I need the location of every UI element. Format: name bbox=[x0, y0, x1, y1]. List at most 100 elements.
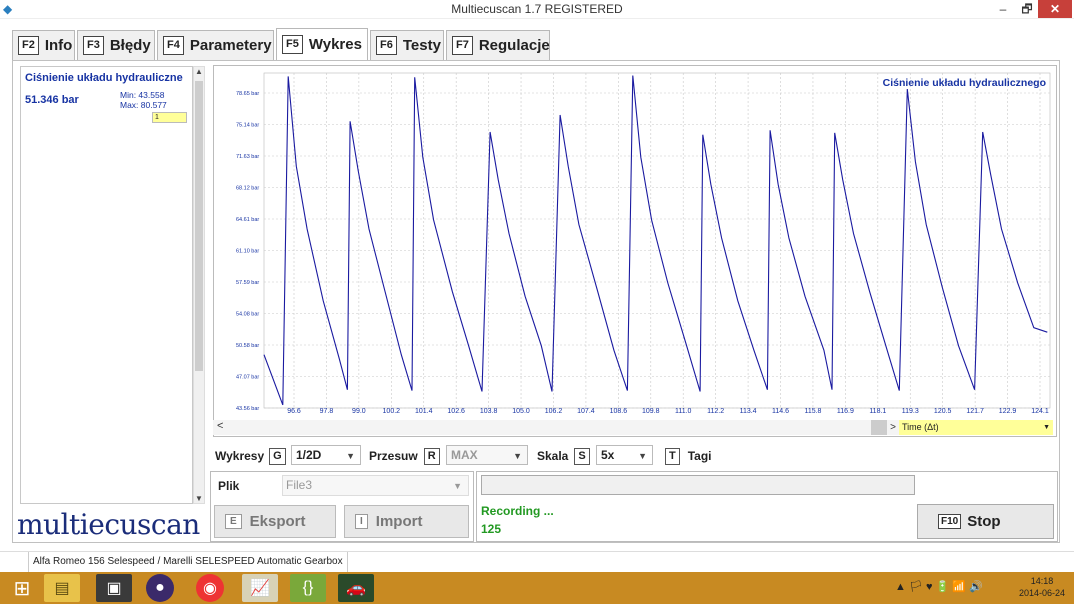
tab-key: F6 bbox=[376, 36, 397, 55]
tab-key: F3 bbox=[83, 36, 104, 55]
file-select[interactable]: File3 ▼ bbox=[282, 475, 469, 496]
chevron-down-icon: ▼ bbox=[346, 451, 355, 461]
wykresy-key[interactable]: G bbox=[269, 447, 286, 465]
x-tick-label: 111.0 bbox=[675, 408, 692, 415]
wykresy-label: Wykresy bbox=[215, 449, 265, 463]
x-tick-label: 112.2 bbox=[707, 408, 724, 415]
wykresy-select[interactable]: 1/2D ▼ bbox=[291, 445, 361, 465]
x-tick-label: 119.3 bbox=[902, 408, 919, 415]
chart-title: Ciśnienie układu hydraulicznego bbox=[883, 77, 1046, 89]
y-tick-label: 43.56 bar bbox=[236, 406, 259, 412]
scroll-down-icon[interactable]: ▼ bbox=[194, 494, 204, 503]
x-tick-label: 116.9 bbox=[837, 408, 854, 415]
import-label: Import bbox=[375, 513, 423, 530]
x-tick-label: 107.4 bbox=[577, 408, 595, 415]
x-tick-label: 102.6 bbox=[447, 408, 465, 415]
tab-info[interactable]: F2 Info bbox=[12, 30, 75, 60]
import-button[interactable]: I Import bbox=[344, 505, 469, 538]
scroll-right-icon[interactable]: > bbox=[887, 420, 899, 435]
tab-key: F5 bbox=[282, 35, 303, 54]
maximize-button[interactable]: 🗗 bbox=[1016, 0, 1038, 18]
scroll-up-icon[interactable]: ▲ bbox=[194, 67, 204, 76]
eksport-key: E bbox=[225, 514, 242, 529]
time-axis-dropdown[interactable]: Time (Δt) ▼ bbox=[899, 420, 1053, 435]
app-logo: multiecuscan bbox=[17, 508, 200, 541]
import-key: I bbox=[355, 514, 368, 529]
chart-hscrollbar[interactable]: < bbox=[213, 420, 887, 435]
chevron-down-icon: ▼ bbox=[453, 481, 462, 491]
multiecuscan-icon[interactable]: 🚗 bbox=[338, 574, 374, 602]
przesuw-select[interactable]: MAX ▼ bbox=[446, 445, 528, 465]
skala-label: Skala bbox=[537, 449, 569, 463]
chart-app-icon[interactable]: 📈 bbox=[242, 574, 278, 602]
tab-key: F2 bbox=[18, 36, 39, 55]
skala-key[interactable]: S bbox=[574, 447, 590, 465]
hscroll-thumb[interactable] bbox=[871, 420, 887, 435]
system-clock[interactable]: 14:18 2014-06-24 bbox=[1012, 575, 1072, 599]
terminal-icon[interactable]: ▣ bbox=[96, 574, 132, 602]
tab-parametery[interactable]: F4 Parametery bbox=[157, 30, 274, 60]
minimize-button[interactable]: – bbox=[990, 0, 1016, 18]
tagi-label: Tagi bbox=[687, 449, 712, 463]
tab-wykres[interactable]: F5 Wykres bbox=[276, 28, 368, 60]
parameter-title: Ciśnienie układu hydrauliczne bbox=[25, 72, 183, 84]
chevron-down-icon: ▼ bbox=[513, 451, 522, 461]
tab-label: Regulacje bbox=[478, 37, 550, 54]
system-tray[interactable]: ▲ 🏳 ♥ 🔋 📶 🔊 bbox=[895, 580, 983, 593]
tagi-key[interactable]: T bbox=[665, 447, 680, 465]
windows-start-icon[interactable]: ⊞ bbox=[4, 574, 40, 602]
x-tick-label: 120.5 bbox=[934, 408, 952, 415]
x-tick-label: 109.8 bbox=[642, 408, 660, 415]
recording-panel: Recording ... 125 F10 Stop bbox=[476, 471, 1058, 542]
eksport-button[interactable]: E Eksport bbox=[214, 505, 336, 538]
clock-date: 2014-06-24 bbox=[1018, 588, 1066, 598]
clock-time: 14:18 bbox=[1030, 576, 1054, 586]
y-tick-label: 50.58 bar bbox=[236, 343, 259, 349]
tab-key: F7 bbox=[452, 36, 473, 55]
x-tick-label: 118.1 bbox=[869, 408, 886, 415]
x-tick-labels: 96.6 97.8 99.0 100.2 101.4 102.6 103.8 105.0 106… bbox=[287, 408, 1049, 415]
x-tick-label: 106.2 bbox=[545, 408, 563, 415]
x-tick-label: 100.2 bbox=[383, 408, 401, 415]
taskbar: ⊞ ▤ ▣ ● ◉ 📈 {} 🚗 ▲ 🏳 ♥ 🔋 📶 🔊 bbox=[0, 572, 1074, 604]
pressure-series-line bbox=[263, 75, 1048, 406]
stop-button[interactable]: F10 Stop bbox=[917, 504, 1054, 539]
tagi-control: T Tagi bbox=[665, 445, 712, 467]
close-button[interactable]: ✕ bbox=[1038, 0, 1072, 18]
file-explorer-icon[interactable]: ▤ bbox=[44, 574, 80, 602]
y-tick-label: 61.10 bar bbox=[236, 249, 259, 255]
tab-label: Testy bbox=[402, 37, 441, 54]
x-tick-label: 103.8 bbox=[480, 408, 498, 415]
recording-count: 125 bbox=[481, 522, 502, 536]
przesuw-key[interactable]: R bbox=[423, 447, 440, 465]
y-tick-label: 64.61 bar bbox=[236, 217, 259, 223]
eclipse-icon[interactable]: ● bbox=[146, 574, 174, 602]
title-bar: ◆ Multiecuscan 1.7 REGISTERED – 🗗 ✕ bbox=[0, 0, 1074, 19]
x-tick-label: 114.6 bbox=[772, 408, 789, 415]
parameter-list: Ciśnienie układu hydrauliczne 51.346 bar… bbox=[20, 66, 193, 504]
parameter-scrollbar[interactable]: ▲ ▼ bbox=[193, 66, 205, 504]
tab-label: Wykres bbox=[308, 36, 362, 53]
tab-regulacje[interactable]: F7 Regulacje bbox=[446, 30, 550, 60]
tab-label: Parametery bbox=[189, 37, 272, 54]
parameter-dropdown-value: 1 bbox=[155, 114, 159, 121]
progress-bar bbox=[481, 475, 915, 495]
status-bar: Alfa Romeo 156 Selespeed / Marelli SELES… bbox=[0, 551, 1074, 572]
skala-select[interactable]: 5x ▼ bbox=[596, 445, 653, 465]
tab-testy[interactable]: F6 Testy bbox=[370, 30, 444, 60]
y-tick-labels: 43.56 bar 47.07 bar 50.58 bar 54.08 bar 57.5… bbox=[236, 91, 259, 412]
x-tick-label: 108.6 bbox=[610, 408, 628, 415]
x-tick-label: 101.4 bbox=[415, 408, 433, 415]
skala-control: Skala S bbox=[537, 445, 590, 467]
chevron-down-icon: ▼ bbox=[638, 451, 647, 461]
parameter-max: Max: 80.577 bbox=[120, 100, 167, 110]
parameter-dropdown[interactable]: 1 bbox=[152, 112, 187, 123]
scroll-thumb[interactable] bbox=[195, 81, 203, 371]
chrome-icon[interactable]: ◉ bbox=[196, 574, 224, 602]
code-editor-icon[interactable]: {} bbox=[290, 574, 326, 602]
tab-bledy[interactable]: F3 Błędy bbox=[77, 30, 155, 60]
tab-label: Info bbox=[44, 37, 73, 54]
vehicle-status: Alfa Romeo 156 Selespeed / Marelli SELES… bbox=[28, 552, 348, 572]
scroll-left-icon[interactable]: < bbox=[217, 420, 223, 432]
file-panel: Plik File3 ▼ E Eksport I Import bbox=[210, 471, 474, 542]
